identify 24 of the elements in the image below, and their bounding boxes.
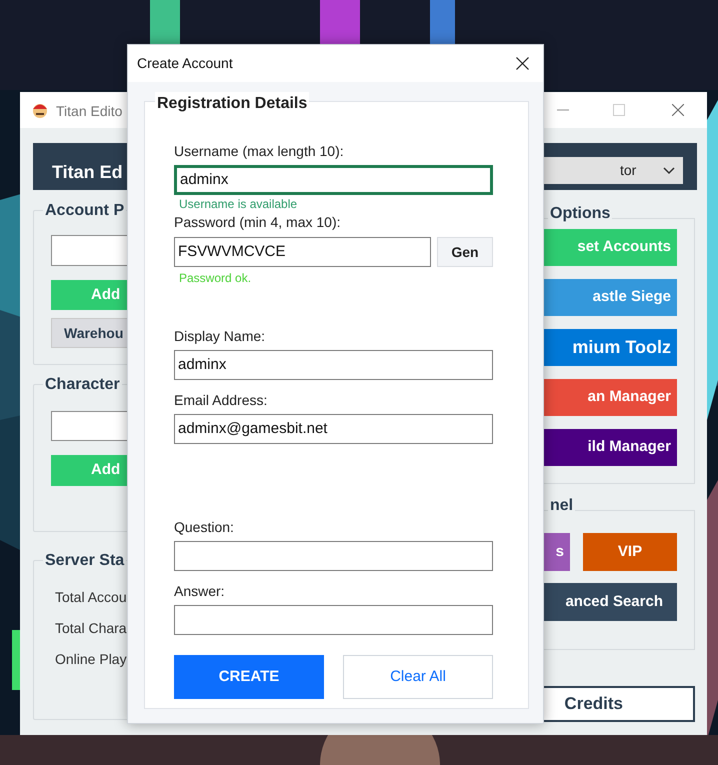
dialog-title: Create Account xyxy=(137,54,233,73)
chevron-down-icon xyxy=(663,166,675,174)
input-field[interactable]: adminx xyxy=(174,350,493,380)
clear-button[interactable]: Clear All xyxy=(343,655,493,699)
input-field[interactable] xyxy=(174,605,493,635)
close-icon[interactable] xyxy=(516,57,529,70)
field-label: Question: xyxy=(174,519,235,535)
field-label: Username (max length 10): xyxy=(174,143,345,159)
status-text: Username is available xyxy=(179,197,298,211)
input-field[interactable]: FSVWVMCVCE xyxy=(174,237,431,267)
input-field[interactable]: adminx@gamesbit.net xyxy=(174,414,493,444)
gen-button[interactable]: Gen xyxy=(437,237,493,267)
field-label: Email Address: xyxy=(174,392,268,408)
stat-label: Total Accou xyxy=(55,588,127,607)
stat-label: Total Chara xyxy=(55,619,127,638)
app-heading: Titan Ed xyxy=(52,161,123,184)
field-label: Answer: xyxy=(174,583,226,599)
field-label: Password (min 4, max 10): xyxy=(174,214,342,230)
vip-button[interactable]: VIP xyxy=(583,533,677,571)
input-field[interactable] xyxy=(174,541,493,571)
create-button[interactable]: CREATE xyxy=(174,655,324,699)
stat-label: Online Play xyxy=(55,650,127,669)
input-field[interactable]: adminx xyxy=(174,165,493,195)
window-title: Titan Edito xyxy=(56,102,122,121)
